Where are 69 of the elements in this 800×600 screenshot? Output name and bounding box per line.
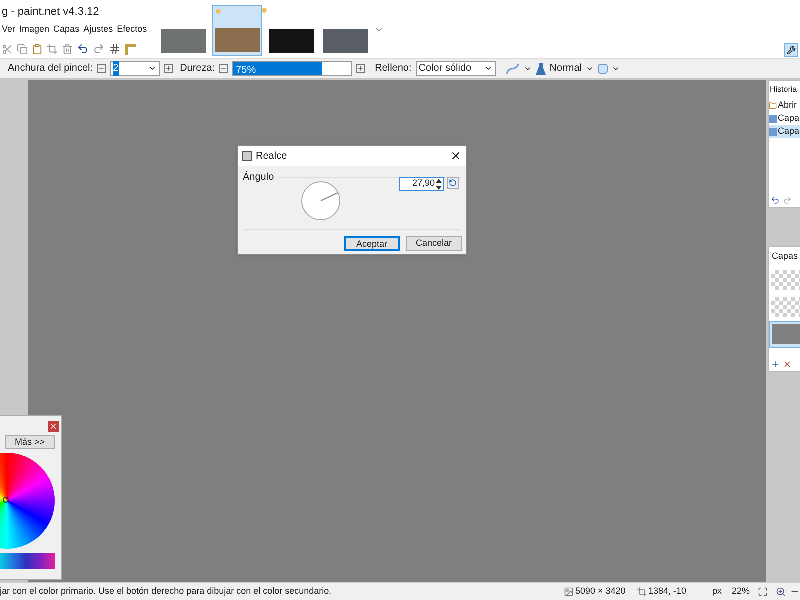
fill-dropdown[interactable]: Color sólido [416, 61, 496, 76]
cut-icon[interactable] [2, 44, 13, 54]
delete-layer-icon[interactable] [783, 360, 792, 369]
history-label: Abrir [778, 98, 798, 112]
section-label: Ángulo [243, 170, 274, 185]
menu-item[interactable]: Capas [52, 23, 81, 37]
unit-dropdown[interactable]: px [712, 584, 722, 598]
brush-width-field[interactable]: 2 [110, 61, 160, 76]
dropdown-caret-icon[interactable] [148, 64, 158, 73]
add-layer-icon[interactable] [771, 360, 780, 369]
decrease-icon[interactable] [97, 64, 106, 73]
tools-toggle-icon[interactable] [784, 43, 798, 57]
brush-width-label: Anchura del pincel: [8, 62, 94, 76]
history-item[interactable]: Capa [769, 125, 800, 138]
increase-icon[interactable] [164, 64, 174, 73]
hardness-label: Dureza: [180, 62, 216, 76]
spinner-arrows-icon[interactable] [436, 178, 442, 190]
dialog-icon [242, 151, 252, 161]
more-button[interactable]: Más >> [5, 435, 55, 449]
image-size-icon [564, 586, 574, 596]
ruler-icon[interactable] [125, 44, 136, 54]
dialog-button[interactable]: Cancelar [406, 236, 462, 251]
paste-icon[interactable] [32, 44, 43, 54]
close-icon[interactable] [450, 150, 462, 162]
panel-title: Capas [771, 250, 800, 263]
cursor-position-icon [637, 586, 648, 596]
dialog-button[interactable]: Aceptar [344, 236, 400, 251]
redo-icon[interactable] [93, 43, 105, 55]
copy-icon[interactable] [17, 44, 28, 54]
increase-icon[interactable] [356, 64, 366, 73]
zoom-level: 22% [732, 584, 752, 598]
crop-icon[interactable] [47, 44, 58, 54]
layer-thumbnail [772, 324, 800, 344]
menu-item[interactable]: Ver [1, 23, 17, 37]
zoom-in-icon[interactable] [776, 586, 786, 596]
grid-icon[interactable] [109, 43, 121, 55]
menu-item[interactable]: Efectos [116, 23, 148, 37]
reset-icon[interactable] [447, 177, 459, 189]
blend-mode-dropdown[interactable]: Normal [550, 61, 594, 76]
dropdown-caret-icon[interactable] [484, 64, 493, 73]
antialias-icon[interactable] [598, 64, 608, 74]
hardness-reading: 75% [236, 64, 256, 78]
zoom-fit-icon[interactable] [758, 586, 768, 596]
folder-icon [769, 102, 777, 110]
history-item[interactable]: Abrir [769, 99, 800, 112]
angle-dial[interactable] [301, 181, 341, 221]
flask-icon[interactable] [536, 62, 546, 74]
delete-icon[interactable] [62, 44, 73, 54]
hardness-slider[interactable]: 75% [232, 61, 352, 76]
undo-icon[interactable] [771, 196, 780, 205]
menu-item[interactable]: Ajustes [82, 23, 114, 37]
color-palette[interactable] [0, 553, 55, 569]
status-hint: jar con el color primario. Use el botón derecho para dibujar con el color secundario. [0, 584, 333, 598]
menu-item[interactable]: Imagen [18, 23, 51, 37]
history-label: Capa [778, 124, 800, 138]
image-size: 5090 × 3420 [575, 584, 627, 598]
panel-title: Historia [769, 84, 798, 96]
history-label: Capa [778, 112, 800, 125]
undo-icon[interactable] [77, 43, 89, 55]
decrease-icon[interactable] [219, 64, 228, 73]
color-picker-marker[interactable] [3, 497, 9, 503]
history-item[interactable]: Capa [769, 112, 800, 125]
window-title: g - paint.net v4.3.12 [1, 5, 100, 20]
redo-icon[interactable] [783, 196, 792, 205]
layer-item[interactable] [769, 320, 800, 348]
fill-label: Relleno: [375, 62, 412, 76]
angle-field[interactable]: 27,90 [399, 177, 444, 191]
cursor-position: 1384, -10 [648, 584, 688, 598]
dialog-title: Realce [256, 150, 288, 164]
